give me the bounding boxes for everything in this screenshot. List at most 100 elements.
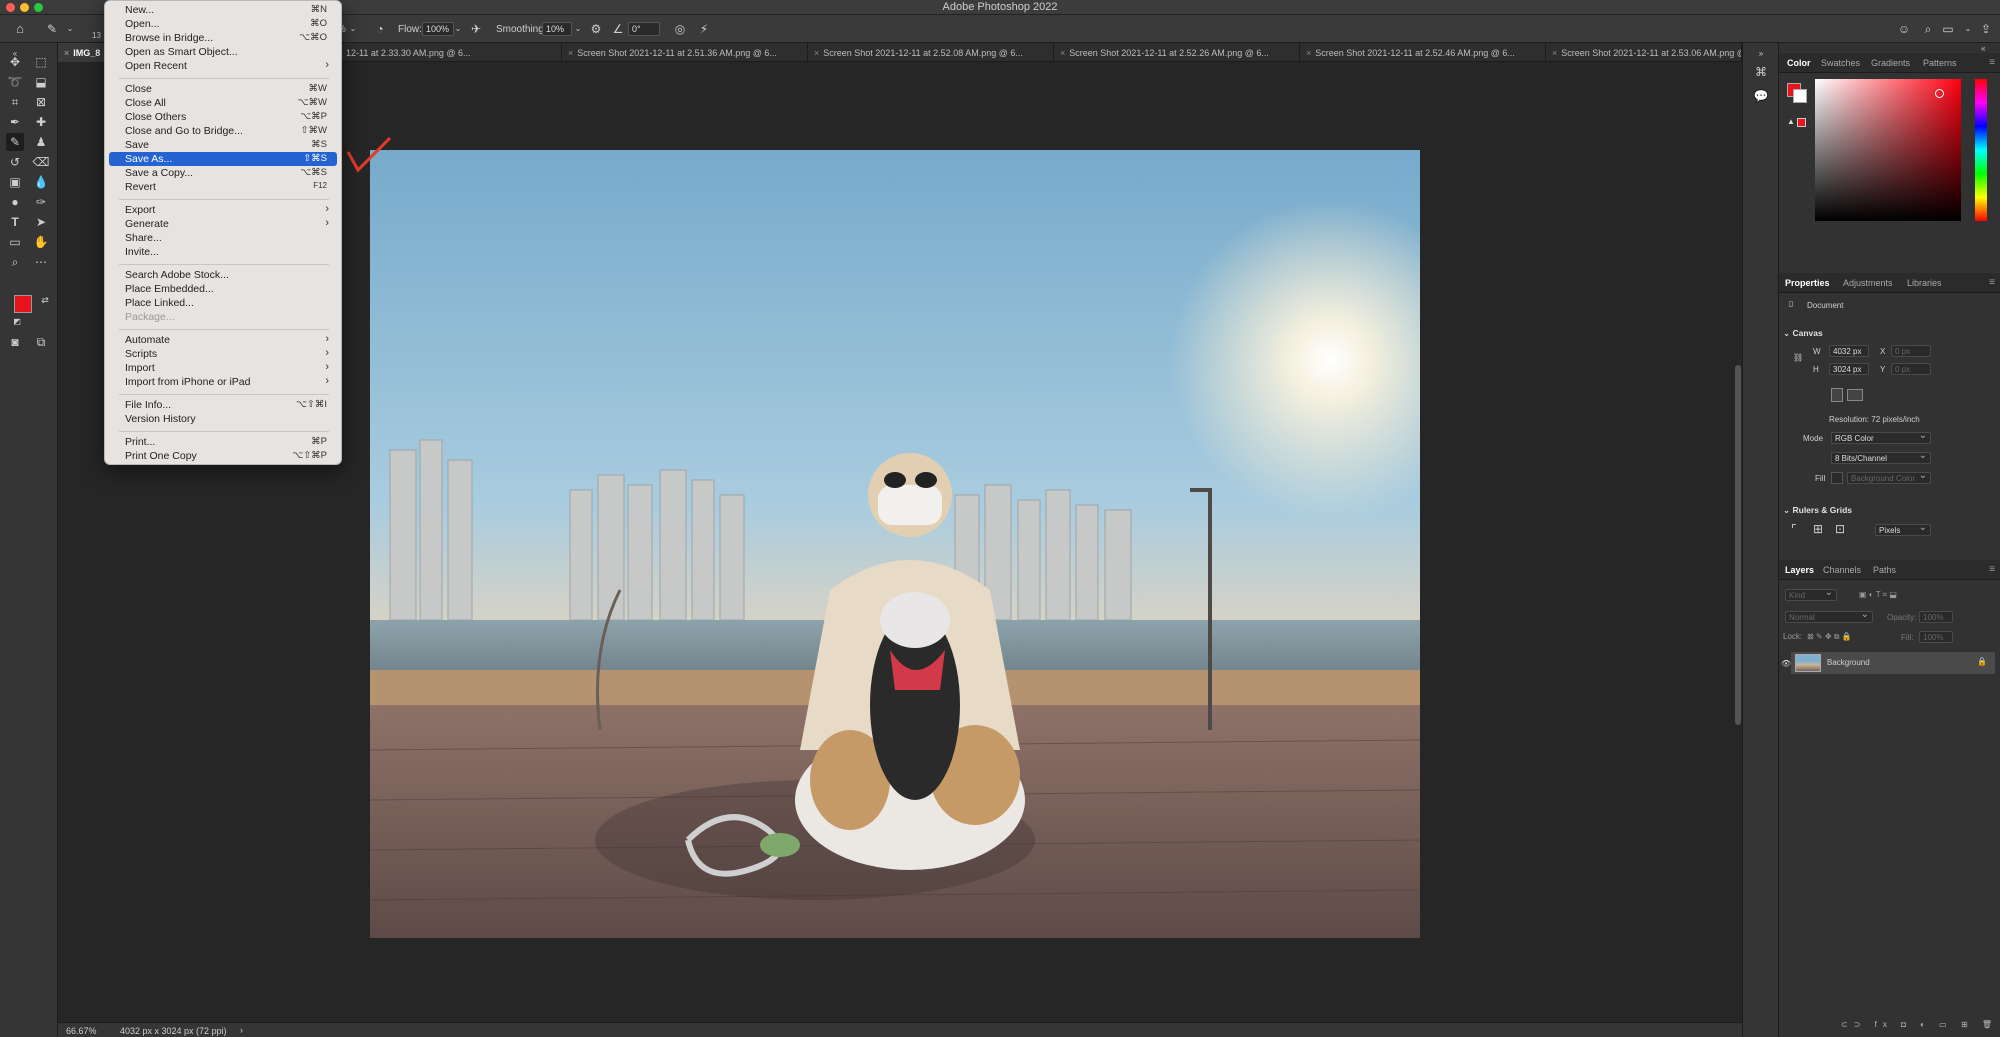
comments-panel-icon[interactable]: 💬 <box>1752 87 1770 105</box>
menu-item-close-all[interactable]: Close All ⌥⌘W <box>109 96 337 110</box>
eyedropper-tool-icon[interactable]: ✒ <box>6 113 24 131</box>
canvas-section[interactable]: ⌄ Canvas <box>1783 328 1823 339</box>
menu-item-save-a-copy[interactable]: Save a Copy... ⌥⌘S <box>109 166 337 180</box>
menu-item-close-go-to-bridge[interactable]: Close and Go to Bridge... ⇧⌘W <box>109 124 337 138</box>
y-input[interactable]: 0 px <box>1891 363 1931 375</box>
blend-mode-select[interactable]: Normal <box>1785 609 1873 623</box>
chevron-down-icon[interactable]: ⌄ <box>1960 21 1976 37</box>
menu-item-open[interactable]: Open... ⌘O <box>109 17 337 31</box>
marquee-tool-icon[interactable]: ⬚ <box>32 53 50 71</box>
mode-select[interactable]: RGB Color <box>1831 430 1931 444</box>
tab-gradients[interactable]: Gradients <box>1871 58 1910 68</box>
tab-document[interactable]: × Screen Shot 2021-12-11 at 2.53.06 AM.pn… <box>1546 43 1742 62</box>
landscape-orientation-button[interactable] <box>1847 389 1863 401</box>
opacity-input[interactable]: 100% <box>1919 611 1953 623</box>
menu-item-place-linked[interactable]: Place Linked... <box>109 296 337 310</box>
tab-paths[interactable]: Paths <box>1873 565 1896 575</box>
portrait-orientation-button[interactable] <box>1831 388 1843 402</box>
tab-document[interactable]: 12-11 at 2.33.30 AM.png @ 6... <box>340 43 562 62</box>
menu-item-open-recent[interactable]: Open Recent › <box>109 59 337 73</box>
close-icon[interactable]: × <box>1060 48 1065 58</box>
grid-icon[interactable]: ⊞ <box>1813 522 1823 536</box>
menu-item-export[interactable]: Export › <box>109 203 337 217</box>
gear-icon[interactable]: ⚙ <box>588 21 604 37</box>
zoom-level[interactable]: 66.67% <box>66 1026 97 1036</box>
color-field[interactable] <box>1815 79 1961 221</box>
width-input[interactable]: 4032 px <box>1829 345 1869 357</box>
pen-tool-icon[interactable]: ✑ <box>32 193 50 211</box>
vertical-scrollbar[interactable] <box>1735 365 1741 725</box>
menu-item-save[interactable]: Save ⌘S <box>109 138 337 152</box>
menu-item-import[interactable]: Import › <box>109 361 337 375</box>
lasso-tool-icon[interactable]: ➰ <box>6 73 24 91</box>
close-icon[interactable]: × <box>568 48 573 58</box>
document-canvas[interactable] <box>370 150 1420 938</box>
menu-item-new[interactable]: New... ⌘N <box>109 3 337 17</box>
share-icon[interactable]: ⇪ <box>1978 21 1994 37</box>
fill-select[interactable]: Background Color <box>1847 470 1931 484</box>
menu-item-revert[interactable]: Revert F12 <box>109 180 337 194</box>
menu-item-generate[interactable]: Generate › <box>109 217 337 231</box>
airbrush-icon[interactable]: ✈ <box>468 21 484 37</box>
lock-icons[interactable]: ⊠ ✎ ✥ ⧉ 🔒 <box>1807 632 1852 642</box>
more-tools-icon[interactable]: ⋯ <box>32 253 50 271</box>
bit-depth-select[interactable]: 8 Bits/Channel <box>1831 450 1931 464</box>
eraser-tool-icon[interactable]: ⌫ <box>32 153 50 171</box>
layer-row-background[interactable]: Background 🔒 <box>1791 652 1995 674</box>
tab-document[interactable]: × Screen Shot 2021-12-11 at 2.52.08 AM.pn… <box>808 43 1054 62</box>
menu-item-file-info[interactable]: File Info... ⌥⇧⌘I <box>109 398 337 412</box>
menu-item-invite[interactable]: Invite... <box>109 245 337 259</box>
menu-item-search-adobe-stock[interactable]: Search Adobe Stock... <box>109 268 337 282</box>
close-icon[interactable]: × <box>1306 48 1311 58</box>
menu-item-place-embedded[interactable]: Place Embedded... <box>109 282 337 296</box>
ruler-icon[interactable]: ⌜ <box>1791 522 1797 536</box>
user-icon[interactable]: ☺ <box>1896 21 1912 37</box>
menu-item-open-smart-object[interactable]: Open as Smart Object... <box>109 45 337 59</box>
menu-item-share[interactable]: Share... <box>109 231 337 245</box>
rulers-grids-section[interactable]: ⌄ Rulers & Grids <box>1783 505 1852 516</box>
menu-item-browse-in-bridge[interactable]: Browse in Bridge... ⌥⌘O <box>109 31 337 45</box>
tab-libraries[interactable]: Libraries <box>1907 278 1942 288</box>
fill-swatch[interactable] <box>1831 472 1843 484</box>
close-icon[interactable]: × <box>1552 48 1557 58</box>
menu-item-print[interactable]: Print... ⌘P <box>109 435 337 449</box>
brush-tool-icon[interactable]: ✎ <box>6 133 24 151</box>
swap-colors-icon[interactable]: ⇄ <box>36 291 54 309</box>
hand-tool-icon[interactable]: ✋ <box>32 233 50 251</box>
tab-document[interactable]: × Screen Shot 2021-12-11 at 2.51.36 AM.pn… <box>562 43 808 62</box>
tab-channels[interactable]: Channels <box>1823 565 1861 575</box>
symmetry-icon[interactable]: ⚡ <box>696 21 712 37</box>
tab-layers[interactable]: Layers <box>1785 565 1814 575</box>
chevron-down-icon[interactable]: ⌄ <box>570 21 586 37</box>
tab-properties[interactable]: Properties <box>1785 278 1830 288</box>
x-input[interactable]: 0 px <box>1891 345 1931 357</box>
tab-document[interactable]: × IMG_8 <box>58 43 106 62</box>
height-input[interactable]: 3024 px <box>1829 363 1869 375</box>
blur-tool-icon[interactable]: 💧 <box>32 173 50 191</box>
layer-actions[interactable]: ⊂⊃ fx ◘ ◐ ▭ ⊞ 🗑 <box>1841 1020 1998 1029</box>
home-icon[interactable]: ⌂ <box>12 21 28 37</box>
tab-color[interactable]: Color <box>1787 58 1811 68</box>
gamut-swatch[interactable] <box>1797 118 1806 127</box>
menu-item-scripts[interactable]: Scripts › <box>109 347 337 361</box>
foreground-color-swatch[interactable] <box>14 295 32 313</box>
menu-item-save-as[interactable]: Save As... ⇧⌘S <box>109 152 337 166</box>
close-icon[interactable]: × <box>64 48 69 58</box>
type-tool-icon[interactable]: T <box>6 213 24 231</box>
pressure-size-icon[interactable]: ◎ <box>672 21 688 37</box>
fill-opacity-input[interactable]: 100% <box>1919 631 1953 643</box>
close-icon[interactable]: × <box>814 48 819 58</box>
menu-item-import-iphone[interactable]: Import from iPhone or iPad › <box>109 375 337 389</box>
default-colors-icon[interactable]: ◩ <box>8 313 26 331</box>
collapse-panels-icon[interactable]: « <box>1981 44 1985 53</box>
color-panel-background-swatch[interactable] <box>1793 89 1807 103</box>
history-brush-tool-icon[interactable]: ↺ <box>6 153 24 171</box>
history-panel-icon[interactable]: ⌘ <box>1752 63 1770 81</box>
tab-patterns[interactable]: Patterns <box>1923 58 1957 68</box>
crop-tool-icon[interactable]: ⌗ <box>6 93 24 111</box>
move-tool-icon[interactable]: ✥ <box>6 53 24 71</box>
panel-menu-icon[interactable]: ≡ <box>1989 277 1995 288</box>
workspace-icon[interactable]: ▭ <box>1940 21 1956 37</box>
brush-tool-preset-icon[interactable]: ✎ <box>44 21 60 37</box>
rectangle-tool-icon[interactable]: ▭ <box>6 233 24 251</box>
